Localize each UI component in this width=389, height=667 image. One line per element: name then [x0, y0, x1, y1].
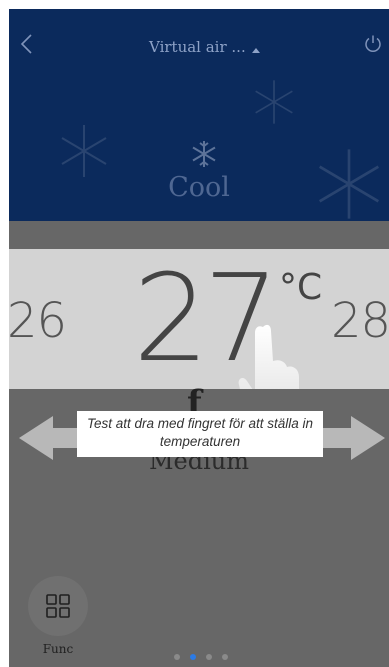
func-label: Func — [42, 642, 74, 656]
device-title-text: Virtual air ... — [149, 38, 246, 56]
page-dot[interactable] — [222, 654, 228, 660]
ac-control-screen: Virtual air ... Cool 26 27 °C 28 ƒ Mediu… — [9, 9, 389, 667]
power-icon[interactable] — [363, 34, 383, 54]
fan-panel: ƒ Medium Test att dra med fingret för at… — [9, 383, 389, 667]
instruction-caption: Test att dra med fingret för att ställa … — [77, 411, 323, 457]
dropdown-caret-icon — [251, 47, 260, 53]
page-dot[interactable] — [206, 654, 212, 660]
temp-lower-value[interactable]: 26 — [9, 293, 67, 349]
snowflake-icon — [192, 141, 216, 167]
arrow-right-icon — [319, 416, 385, 460]
arrow-left-icon — [19, 416, 85, 460]
temp-unit: °C — [279, 267, 323, 308]
page-dot[interactable] — [174, 654, 180, 660]
func-button[interactable] — [28, 576, 88, 636]
mode-label: Cool — [168, 172, 230, 203]
temp-higher-value[interactable]: 28 — [331, 293, 389, 349]
back-chevron-icon[interactable] — [17, 33, 39, 55]
temperature-selector[interactable]: 26 27 °C 28 — [9, 249, 389, 435]
page-indicator — [174, 654, 228, 660]
mode-header: Virtual air ... Cool — [9, 9, 389, 221]
device-title[interactable]: Virtual air ... — [149, 36, 260, 58]
page-dot-active[interactable] — [190, 654, 196, 660]
decorative-snowflake-icon — [255, 80, 293, 124]
grid-icon — [46, 594, 70, 618]
